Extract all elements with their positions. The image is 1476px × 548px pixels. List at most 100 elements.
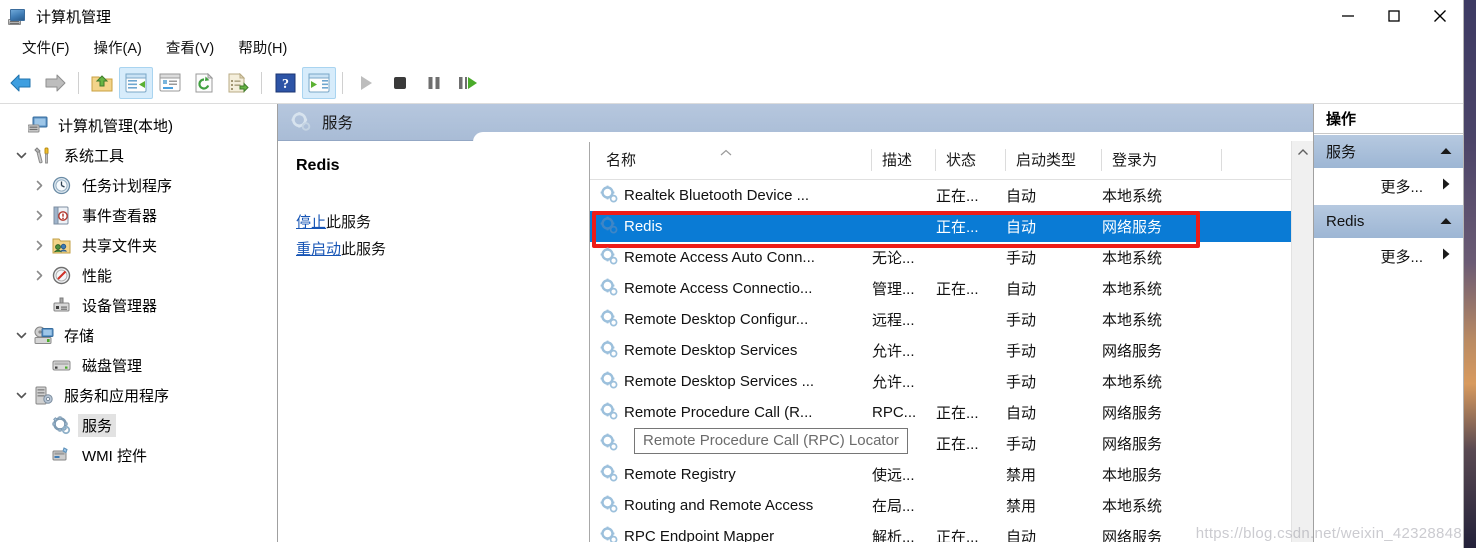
menu-help[interactable]: 帮助(H) <box>226 35 299 60</box>
toolbar-separator <box>261 71 262 94</box>
cell-name: Remote Registry <box>624 465 736 483</box>
actions-item-redis-more[interactable]: 更多... <box>1314 238 1463 274</box>
table-row[interactable]: Remote Registry 使远... 禁用 本地服务 <box>590 459 1313 490</box>
column-header-status[interactable]: 状态 <box>936 141 1006 179</box>
chevron-up-icon[interactable] <box>1439 143 1453 160</box>
table-row[interactable]: RPC Endpoint Mapper 解析... 正在... 自动 网络服务 <box>590 521 1313 542</box>
minimize-button[interactable] <box>1325 0 1371 32</box>
tree-item-services[interactable]: 服务 <box>0 410 277 440</box>
stop-service-link[interactable]: 停止 <box>296 214 326 231</box>
column-header-name[interactable]: 名称 <box>600 141 872 179</box>
menu-file-label: 文件(F) <box>22 40 70 57</box>
tree-item-device-manager[interactable]: 设备管理器 <box>0 290 277 320</box>
chevron-right-icon[interactable] <box>1441 177 1451 195</box>
menu-file[interactable]: 文件(F) <box>10 35 82 60</box>
computer-management-window: 计算机管理 文件(F) 操作(A) 查看(V) 帮助(H) ? 计算机管理(本地… <box>0 0 1464 548</box>
chevron-up-icon[interactable] <box>1439 213 1453 230</box>
actions-item-redis-more-label: 更多... <box>1380 248 1423 266</box>
cell-log-on-as: 本地系统 <box>1102 249 1163 267</box>
menu-view-label: 查看(V) <box>165 40 215 57</box>
cell-description: 无论... <box>872 249 915 267</box>
show-action-pane-icon[interactable] <box>302 66 336 99</box>
cell-startup-type: 手动 <box>1006 342 1037 360</box>
up-folder-icon[interactable] <box>85 67 119 99</box>
forward-arrow-icon[interactable] <box>38 67 72 99</box>
restart-service-icon[interactable] <box>451 67 485 99</box>
selected-service-title: Redis <box>296 157 340 175</box>
table-row[interactable]: Remote Desktop Services 允许... 手动 网络服务 <box>590 335 1313 366</box>
twisty-expanded-icon[interactable] <box>10 150 32 161</box>
content-pane: 服务 Redis 停止此服务 重启动此服务 名称 描述 状态 启动类型 登录为 … <box>278 104 1313 542</box>
column-header-startup-type[interactable]: 启动类型 <box>1006 141 1102 179</box>
column-header-description[interactable]: 描述 <box>872 141 936 179</box>
restart-service-link-row: 重启动此服务 <box>296 236 571 263</box>
task-scheduler-icon <box>50 175 72 195</box>
tree-item-event-viewer[interactable]: 事件查看器 <box>0 200 277 230</box>
properties-icon[interactable] <box>153 67 187 99</box>
table-row[interactable]: Realtek Bluetooth Device ... 正在... 自动 本地… <box>590 180 1313 211</box>
chevron-right-icon[interactable] <box>1441 247 1451 265</box>
actions-item-services-more[interactable]: 更多... <box>1314 168 1463 204</box>
tree-item-label: 事件查看器 <box>82 207 158 225</box>
cell-log-on-as: 网络服务 <box>1102 404 1163 422</box>
twisty-collapsed-icon[interactable] <box>28 240 50 251</box>
back-arrow-icon[interactable] <box>4 67 38 99</box>
service-gear-icon <box>600 309 622 329</box>
show-hide-tree-icon[interactable] <box>119 66 153 99</box>
system-tools-icon <box>32 145 54 165</box>
pause-service-icon[interactable] <box>417 67 451 99</box>
table-row[interactable]: Remote Procedure Call (R... RPC... 正在...… <box>590 397 1313 428</box>
tree-item-label: 性能 <box>82 267 113 285</box>
scroll-up-button[interactable] <box>1292 141 1313 163</box>
actions-group-services-header[interactable]: 服务 <box>1314 134 1463 168</box>
services-list-pane: 名称 描述 状态 启动类型 登录为 Realtek Bluetooth Devi… <box>590 141 1313 542</box>
table-row[interactable]: Remote Desktop Configur... 远程... 手动 本地系统 <box>590 304 1313 335</box>
column-header-log-on-as[interactable]: 登录为 <box>1102 141 1222 179</box>
actions-group-services-label: 服务 <box>1326 144 1357 161</box>
menu-action-label: 操作(A) <box>93 40 142 57</box>
twisty-collapsed-icon[interactable] <box>28 180 50 191</box>
restart-service-link[interactable]: 重启动 <box>296 241 341 258</box>
pane-split: Redis 停止此服务 重启动此服务 名称 描述 状态 启动类型 登录为 Rea… <box>278 141 1313 542</box>
close-button[interactable] <box>1417 0 1463 32</box>
export-list-icon[interactable] <box>221 67 255 99</box>
tree-item-task-scheduler[interactable]: 任务计划程序 <box>0 170 277 200</box>
maximize-button[interactable] <box>1371 0 1417 32</box>
menu-action[interactable]: 操作(A) <box>82 35 154 60</box>
twisty-expanded-icon[interactable] <box>10 390 32 401</box>
actions-group-redis-header[interactable]: Redis <box>1314 204 1463 238</box>
tree-item-wmi-control[interactable]: WMI 控件 <box>0 440 277 470</box>
menu-view[interactable]: 查看(V) <box>154 35 226 60</box>
disk-management-icon <box>50 355 72 375</box>
cell-description: 允许... <box>872 342 915 360</box>
tree-item-storage[interactable]: 存储 <box>0 320 277 350</box>
cell-startup-type: 手动 <box>1006 435 1037 453</box>
start-service-icon[interactable] <box>349 67 383 99</box>
services-list[interactable]: Realtek Bluetooth Device ... 正在... 自动 本地… <box>590 180 1313 542</box>
table-row[interactable]: Remote Desktop Services ... 允许... 手动 本地系… <box>590 366 1313 397</box>
refresh-icon[interactable] <box>187 67 221 99</box>
tree-item-disk-management[interactable]: 磁盘管理 <box>0 350 277 380</box>
help-icon[interactable]: ? <box>268 67 302 99</box>
tree-item-performance[interactable]: 性能 <box>0 260 277 290</box>
twisty-expanded-icon[interactable] <box>10 330 32 341</box>
twisty-collapsed-icon[interactable] <box>28 210 50 221</box>
table-row[interactable]: Remote Access Auto Conn... 无论... 手动 本地系统 <box>590 242 1313 273</box>
services-apps-icon <box>32 385 54 405</box>
tree-item-computer-management[interactable]: 计算机管理(本地) <box>0 110 277 140</box>
table-row[interactable]: Routing and Remote Access 在局... 禁用 本地系统 <box>590 490 1313 521</box>
tree-item-system-tools[interactable]: 系统工具 <box>0 140 277 170</box>
table-row[interactable]: Remote Access Connectio... 管理... 正在... 自… <box>590 273 1313 304</box>
table-row-selected[interactable]: Redis 正在... 自动 网络服务 <box>590 210 1313 242</box>
twisty-collapsed-icon[interactable] <box>28 270 50 281</box>
list-vertical-scrollbar[interactable] <box>1291 141 1313 542</box>
stop-service-icon[interactable] <box>383 67 417 99</box>
cell-status: 正在... <box>936 435 979 453</box>
event-viewer-icon <box>50 205 72 225</box>
tree-item-shared-folders[interactable]: 共享文件夹 <box>0 230 277 260</box>
tree-item-services-and-applications[interactable]: 服务和应用程序 <box>0 380 277 410</box>
service-gear-icon <box>600 526 622 542</box>
service-gear-icon <box>600 216 622 236</box>
cell-log-on-as: 本地系统 <box>1102 497 1163 515</box>
cell-log-on-as: 本地系统 <box>1102 187 1163 205</box>
